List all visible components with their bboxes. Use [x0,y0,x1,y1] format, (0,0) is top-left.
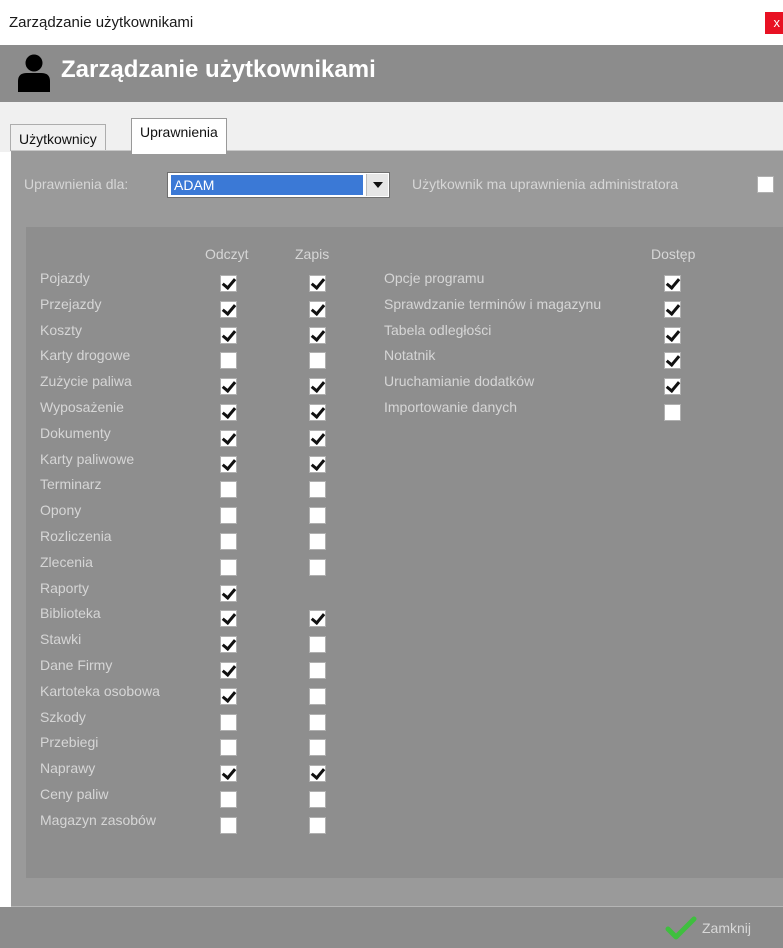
access-checkbox[interactable] [664,352,681,370]
write-checkbox[interactable] [309,765,326,783]
access-checkbox[interactable] [664,404,681,421]
write-checkbox[interactable] [309,275,326,292]
read-checkbox[interactable] [220,300,237,318]
write-checkbox[interactable] [309,739,326,757]
write-checkbox[interactable] [309,791,326,808]
write-checkbox[interactable] [309,507,326,525]
option-label: Tabela odległości [384,321,492,338]
module-label: Wyposażenie [40,399,124,415]
write-checkbox[interactable] [309,713,326,731]
write-checkbox[interactable] [309,378,326,396]
user-icon [18,54,50,92]
write-checkbox[interactable] [309,687,326,705]
access-checkbox[interactable] [664,300,681,318]
write-checkbox[interactable] [309,481,326,499]
module-label: Przejazdy [40,295,102,312]
read-checkbox[interactable] [220,429,237,447]
module-label: Pojazdy [40,270,90,286]
page-title: Zarządzanie użytkownikami [61,56,376,83]
user-select[interactable]: ADAM [167,172,390,198]
column-header-read: Odczyt [205,246,249,262]
write-checkbox[interactable] [309,326,326,344]
module-label: Ceny paliw [40,786,109,802]
write-checkbox[interactable] [309,533,326,550]
access-checkbox[interactable] [664,326,681,344]
write-checkbox[interactable] [309,610,326,628]
column-header-access: Dostęp [651,246,696,262]
admin-checkbox[interactable] [757,176,774,193]
user-select-label: Uprawnienia dla: [24,176,129,192]
window-title: Zarządzanie użytkownikami [9,14,194,31]
write-checkbox[interactable] [309,816,326,834]
read-checkbox[interactable] [220,558,237,576]
write-checkbox[interactable] [309,662,326,679]
read-checkbox[interactable] [220,610,237,628]
window-titlebar: Zarządzanie użytkownikami x [0,0,783,45]
write-checkbox[interactable] [309,300,326,318]
admin-label: Użytkownik ma uprawnienia administratora [412,176,679,192]
module-label: Naprawy [40,760,96,777]
read-checkbox[interactable] [220,739,237,757]
read-checkbox[interactable] [220,687,237,705]
write-checkbox[interactable] [309,636,326,654]
tab-strip: Użytkownicy Uprawnienia [0,102,783,154]
read-checkbox[interactable] [220,275,237,292]
read-checkbox[interactable] [220,326,237,344]
user-select-value: ADAM [171,175,363,195]
module-label: Karty drogowe [40,347,131,364]
read-checkbox[interactable] [220,636,237,654]
module-label: Kartoteka osobowa [40,682,160,699]
read-checkbox[interactable] [220,507,237,525]
write-checkbox[interactable] [309,404,326,421]
module-label: Koszty [40,321,83,338]
read-checkbox[interactable] [220,765,237,783]
read-checkbox[interactable] [220,378,237,396]
read-checkbox[interactable] [220,352,237,370]
module-label: Raporty [40,579,90,596]
access-checkbox[interactable] [664,378,681,396]
column-header-write: Zapis [295,246,330,262]
close-button-label: Zamknij [702,920,752,936]
module-label: Opony [40,502,82,519]
access-checkbox[interactable] [664,275,681,292]
module-label: Terminarz [40,476,102,493]
option-label: Opcje programu [384,270,485,286]
option-label: Uruchamianie dodatków [384,373,535,390]
module-label: Zlecenia [40,553,93,570]
chevron-down-icon[interactable] [366,174,388,196]
write-checkbox[interactable] [309,455,326,473]
module-label: Magazyn zasobów [40,811,156,828]
module-label: Szkody [40,708,86,725]
write-checkbox[interactable] [309,352,326,370]
read-checkbox[interactable] [220,533,237,550]
read-checkbox[interactable] [220,481,237,499]
check-icon [665,916,697,940]
close-button[interactable]: Zamknij [664,915,751,941]
module-label: Dokumenty [40,424,111,441]
panel-divider [11,150,783,151]
module-label: Stawki [40,631,82,648]
option-label: Sprawdzanie terminów i magazynu [384,295,602,312]
option-label: Notatnik [384,347,436,364]
read-checkbox[interactable] [220,584,237,602]
write-checkbox[interactable] [309,558,326,576]
header-banner: Zarządzanie użytkownikami [0,45,783,102]
option-label: Importowanie danych [384,399,518,415]
write-checkbox[interactable] [309,429,326,447]
read-checkbox[interactable] [220,404,237,421]
module-label: Zużycie paliwa [40,373,132,390]
module-label: Rozliczenia [40,528,112,544]
tab-permissions[interactable]: Uprawnienia [131,118,227,154]
read-checkbox[interactable] [220,662,237,679]
read-checkbox[interactable] [220,455,237,473]
module-label: Biblioteka [40,605,101,622]
module-label: Karty paliwowe [40,450,135,467]
close-window-button[interactable]: x [765,12,783,34]
module-label: Dane Firmy [40,657,113,673]
read-checkbox[interactable] [220,791,237,808]
read-checkbox[interactable] [220,816,237,834]
module-label: Przebiegi [40,734,99,751]
read-checkbox[interactable] [220,713,237,731]
tab-users[interactable]: Użytkownicy [10,124,106,151]
